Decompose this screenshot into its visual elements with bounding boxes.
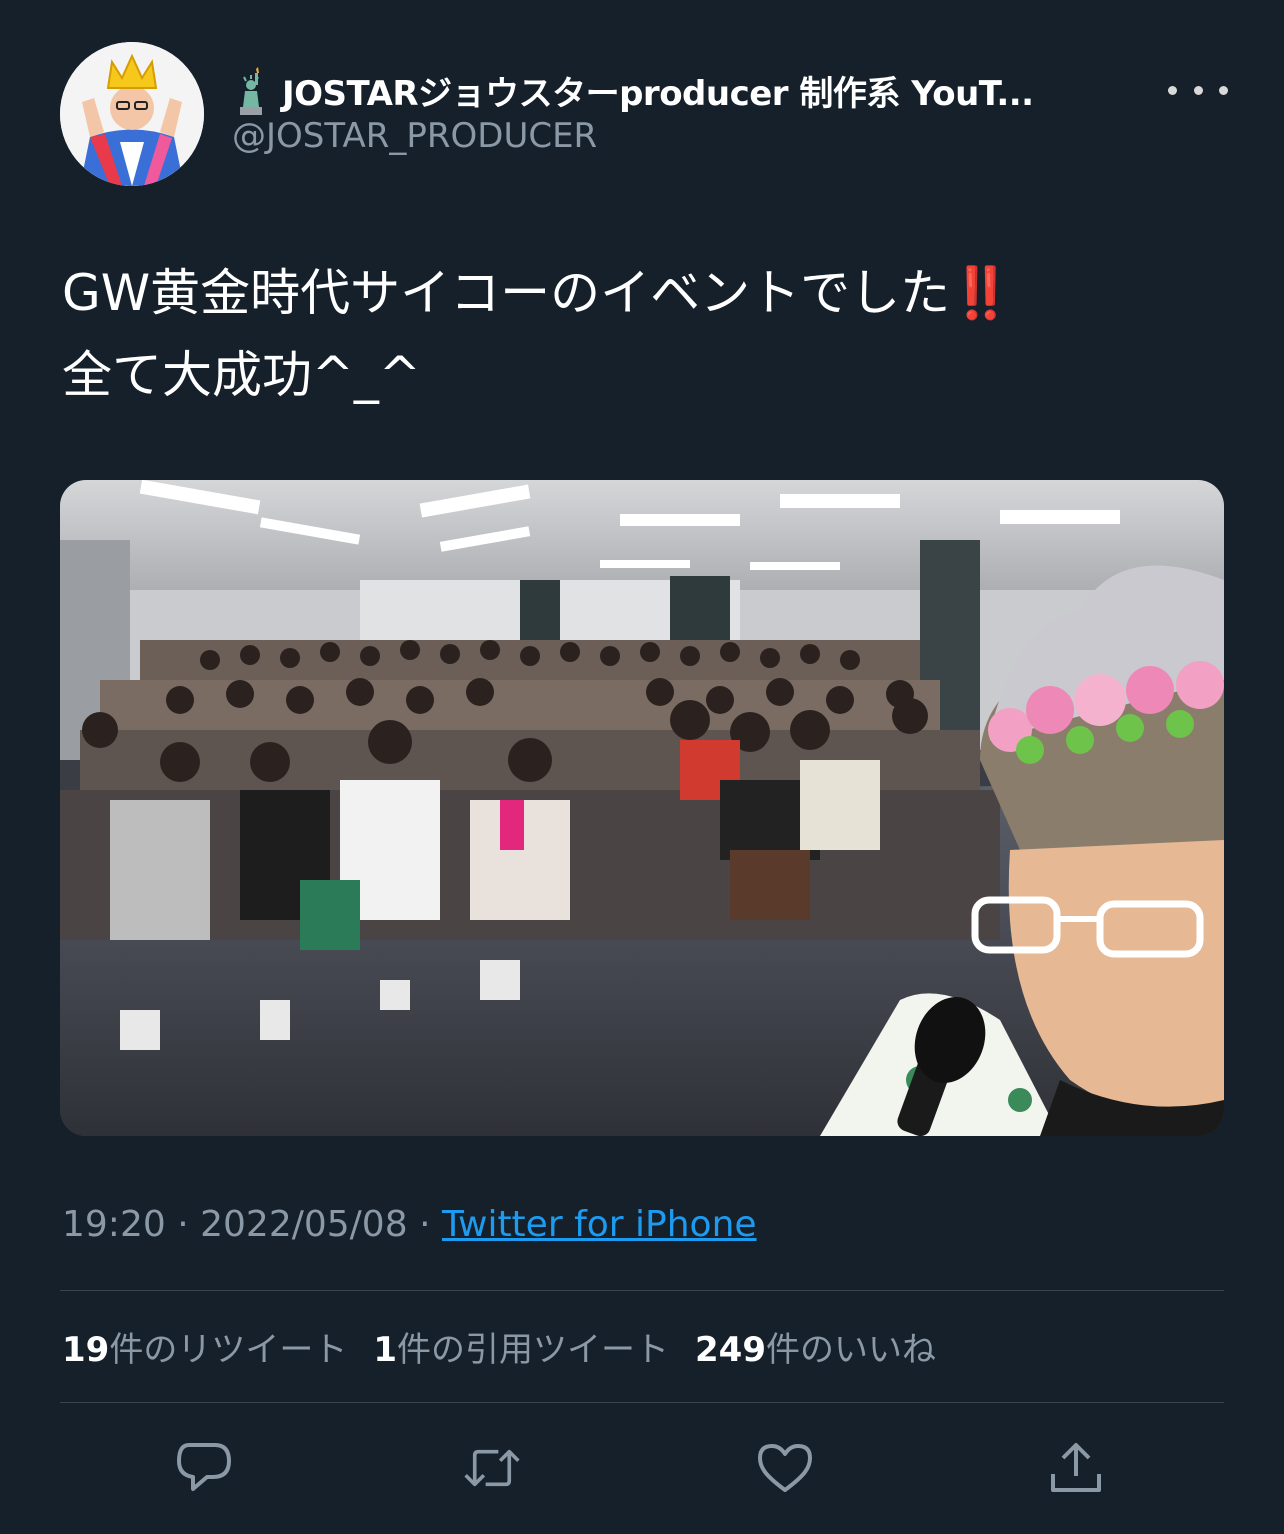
meta-separator: · (177, 1204, 189, 1245)
reply-button[interactable] (174, 1438, 234, 1498)
likes-stat[interactable]: 249件のいいね (695, 1330, 936, 1370)
quotes-stat[interactable]: 1件の引用ツイート (373, 1330, 669, 1370)
tweet-photo[interactable] (60, 480, 1224, 1136)
tweet-stats: 19件のリツイート 1件の引用ツイート 249件のいいね (62, 1322, 962, 1371)
display-name[interactable]: JOSTARジョウスターproducer 制作系 YouT... (232, 66, 1034, 115)
divider-top (60, 1290, 1224, 1291)
statue-of-liberty-icon (240, 66, 262, 115)
tweet-date[interactable]: 2022/05/08 (200, 1204, 408, 1245)
tweet-source-link[interactable]: Twitter for iPhone (442, 1204, 757, 1245)
quotes-label: 件の引用ツイート (397, 1330, 669, 1370)
retweets-stat[interactable]: 19件のリツイート (62, 1330, 347, 1370)
tweet-time[interactable]: 19:20 (62, 1204, 166, 1245)
tweet-text: GW黄金時代サイコーのイベントでした‼️ 全て大成功^_^ (62, 252, 1222, 416)
likes-count: 249 (695, 1330, 766, 1370)
tweet-detail: JOSTARジョウスターproducer 制作系 YouT... @JOSTAR… (0, 0, 1284, 1534)
meta-separator-2: · (419, 1204, 431, 1245)
retweet-button[interactable] (462, 1438, 522, 1498)
tweet-text-line-2: 全て大成功^_^ (62, 346, 421, 404)
tweet-text-line-1: GW黄金時代サイコーのイベントでした‼️ (62, 264, 1013, 322)
share-icon (1051, 1443, 1101, 1492)
like-icon (758, 1444, 812, 1492)
avatar[interactable] (60, 42, 204, 186)
display-name-text: JOSTARジョウスターproducer 制作系 YouT... (282, 74, 1034, 114)
user-handle[interactable]: @JOSTAR_PRODUCER (232, 116, 597, 156)
retweets-label: 件のリツイート (109, 1330, 348, 1370)
like-button[interactable] (755, 1438, 815, 1498)
quotes-count: 1 (373, 1330, 397, 1370)
likes-label: 件のいいね (765, 1330, 936, 1370)
retweet-icon (464, 1449, 520, 1487)
more-icon[interactable] (1168, 70, 1228, 110)
retweets-count: 19 (62, 1330, 110, 1370)
share-button[interactable] (1046, 1438, 1106, 1498)
divider-bottom (60, 1402, 1224, 1403)
tweet-meta: 19:20 · 2022/05/08 · Twitter for iPhone (62, 1204, 757, 1245)
reply-icon (177, 1443, 231, 1491)
